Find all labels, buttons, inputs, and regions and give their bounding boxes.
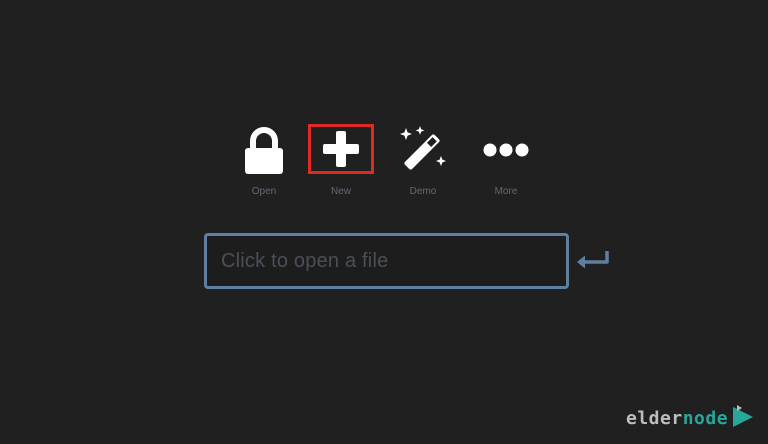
open-button[interactable]: Open (222, 122, 306, 204)
plus-icon (308, 124, 374, 174)
eldernode-watermark: eldernode (626, 404, 758, 436)
magic-wand-icon (391, 124, 455, 176)
ellipsis-icon (474, 124, 538, 176)
watermark-node: node (682, 408, 729, 429)
lock-icon (232, 124, 296, 176)
more-button[interactable]: More (464, 122, 548, 204)
toolbar: Open New Demo More (0, 122, 768, 204)
watermark-elder: elder (626, 408, 683, 429)
open-label: Open (251, 186, 277, 197)
enter-icon[interactable] (574, 249, 612, 273)
main-screen: Open New Demo More Click to open a file … (0, 0, 768, 444)
demo-label: Demo (409, 186, 437, 197)
open-file-input[interactable]: Click to open a file (204, 233, 569, 289)
open-file-placeholder: Click to open a file (221, 249, 389, 272)
play-logo-icon (733, 405, 753, 427)
more-label: More (494, 186, 518, 197)
demo-button[interactable]: Demo (381, 122, 465, 204)
new-button[interactable]: New (299, 122, 383, 204)
watermark-text: eldernode (626, 408, 728, 429)
new-label: New (330, 186, 351, 197)
